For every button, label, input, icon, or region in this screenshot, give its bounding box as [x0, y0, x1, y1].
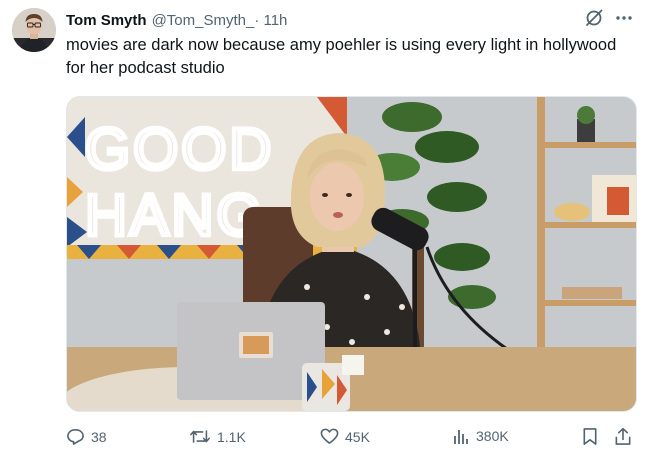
reply-icon	[66, 427, 85, 446]
share-button[interactable]	[614, 427, 632, 446]
tweet-action-bar: 38 1.1K 45K 380K	[66, 427, 636, 449]
repost-icon	[189, 427, 211, 446]
like-button[interactable]: 45K	[320, 427, 370, 446]
views-button[interactable]: 380K	[452, 427, 509, 445]
author-avatar[interactable]	[12, 8, 56, 52]
repost-button[interactable]: 1.1K	[189, 427, 246, 446]
tweet-header: Tom Smyth @Tom_Smyth_ · 11h	[66, 9, 630, 31]
repost-count: 1.1K	[217, 428, 246, 445]
tweet-text: movies are dark now because amy poehler …	[66, 36, 617, 77]
bookmark-icon	[581, 427, 599, 446]
tweet-top-actions	[584, 8, 634, 33]
author-handle[interactable]: @Tom_Smyth_	[152, 12, 255, 29]
tweet-timestamp[interactable]: · 11h	[254, 12, 287, 29]
bookmark-button[interactable]	[581, 427, 599, 446]
neon-sign-line1: GOOD	[85, 117, 274, 182]
reply-button[interactable]: 38	[66, 427, 107, 446]
neon-sign-line2: HANG	[85, 183, 265, 248]
reply-count: 38	[91, 428, 107, 445]
like-count: 45K	[345, 428, 370, 445]
share-icon	[614, 427, 632, 446]
tweet-media-image[interactable]: GOOD HANG	[66, 96, 637, 412]
author-name[interactable]: Tom Smyth	[66, 12, 147, 29]
views-icon	[452, 427, 470, 445]
like-icon	[320, 427, 339, 446]
views-count: 380K	[476, 428, 509, 444]
more-icon[interactable]	[614, 8, 634, 33]
grok-icon[interactable]	[584, 8, 604, 33]
